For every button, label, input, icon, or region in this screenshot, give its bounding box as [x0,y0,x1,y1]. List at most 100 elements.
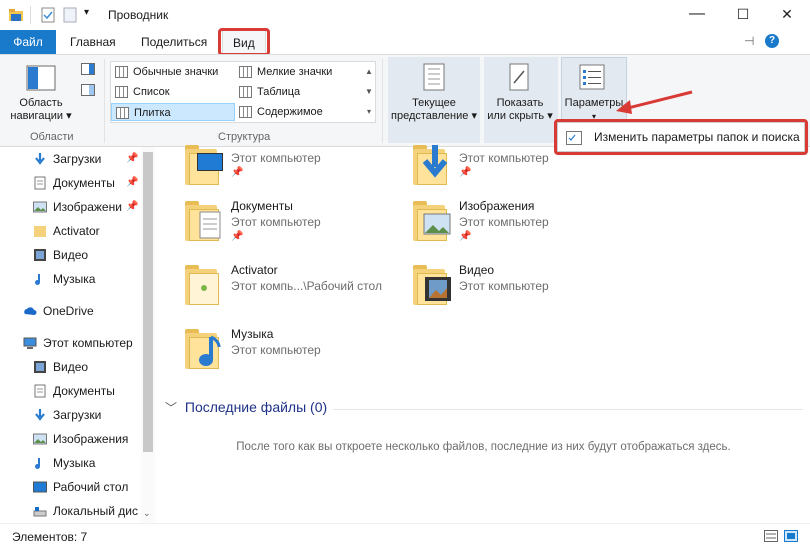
music-icon [35,458,40,469]
pin-ribbon-icon[interactable]: ⊣ [744,34,754,48]
navigation-pane-button[interactable]: Область навигации ▾ [6,97,76,123]
sidebar-item-label: Документы [53,176,115,190]
help-icon[interactable]: ? [765,34,779,48]
sidebar-item-label: OneDrive [43,304,94,318]
minimize-button[interactable]: — [674,0,720,30]
tile-location: Этот компьютер [459,151,549,165]
video-icon [34,361,46,373]
sidebar-scroll-thumb[interactable] [143,152,153,452]
view-tab-highlight [218,28,270,56]
show-hide-icon [509,63,529,91]
sidebar-item-label: Activator [53,224,100,238]
layout-content[interactable]: Содержимое [235,103,365,121]
recent-files-header[interactable]: ﹀ Последние файлы (0) [165,399,327,416]
tile-location: Этот компьютер [459,279,549,293]
documents-folder-tile[interactable] [185,199,223,243]
properties-icon[interactable] [40,7,56,23]
pictures-folder-tile[interactable] [413,199,451,243]
layout-tiles[interactable]: Плитка [111,103,235,121]
activator-badge-icon [201,285,207,291]
video-folder-tile[interactable] [413,263,451,307]
tile-location: Этот компьютер [231,343,321,357]
layout-item-label: Мелкие значки [257,66,333,78]
recent-files-empty-message: После того как вы откроете несколько фай… [236,441,731,453]
layout-gallery-scroll[interactable]: ▲ ▼ ▾ [363,62,375,122]
tile-location: Этот компьютер [459,215,549,229]
pictures-icon [33,201,47,213]
recent-files-title: Последние файлы (0) [184,399,328,415]
tile-location: Этот компьютер [231,215,321,229]
onedrive-cloud-icon [24,307,37,315]
title-separator [30,6,31,24]
current-view-label: Текущее представление ▾ [388,97,480,123]
documents-icon [34,176,46,190]
ribbon-tabs: Файл Главная Поделиться Вид ⊣ ? [0,30,810,55]
sidebar-item-label: Этот компьютер [43,336,133,350]
sidebar-item-label: Загрузки [53,408,102,422]
pictures-icon [423,213,451,235]
desktop-folder-tile[interactable] [185,143,223,187]
group-separator [382,59,383,143]
layout-large-icons[interactable]: Обычные значки [111,63,235,81]
large-icons-view-icon[interactable] [784,530,798,542]
tile-title: Видео [459,263,495,277]
annotation-arrow [616,90,693,114]
layout-list[interactable]: Список [111,83,235,101]
video-icon [425,277,451,301]
show-hide-label-2: или скрыть ▾ [487,110,553,122]
desktop-icon [197,153,223,171]
downloads-folder-tile[interactable] [413,143,451,187]
details-view-icon[interactable] [764,530,778,542]
layout-item-label: Содержимое [257,106,323,118]
layout-details[interactable]: Таблица [235,83,365,101]
pin-icon: 📌 [126,177,139,188]
pictures-icon [33,433,47,445]
collapse-chevron-icon: ﹀ [165,401,178,415]
download-arrow-icon [422,145,448,178]
sidebar-item-label: Документы [53,384,115,398]
small-icons-icon [239,66,252,78]
navigation-pane: Загрузки 📌 Документы 📌 Изображени 📌 Acti… [0,147,157,523]
tab-file[interactable]: Файл [0,30,56,54]
video-icon [34,249,46,261]
group-label-panes: Области [30,131,74,143]
activator-folder-tile[interactable] [185,263,223,307]
current-view-label-1: Текущее [412,97,456,109]
navigation-pane-icon[interactable] [26,65,56,91]
layout-item-label: Плитка [134,107,171,119]
preview-pane-icon[interactable] [81,63,95,75]
tile-title: Документы [231,199,293,213]
layout-item-label: Таблица [257,86,301,98]
download-arrow-icon [35,409,45,421]
list-icon [115,86,128,98]
customize-toolbar-dropdown[interactable]: ▾ [84,7,89,18]
tab-home[interactable]: Главная [60,30,126,54]
layout-item-label: Список [133,86,170,98]
title-bar: ▾ Проводник — ☐ ✕ [0,0,810,30]
tab-share[interactable]: Поделиться [131,30,217,54]
layout-small-icons[interactable]: Мелкие значки [235,63,365,81]
sidebar-item-label: Изображения [53,432,129,446]
sidebar-item-label: Видео [53,248,89,262]
music-folder-tile[interactable] [185,327,223,371]
folder-app-icon[interactable] [8,7,24,23]
maximize-button[interactable]: ☐ [720,0,766,30]
close-button[interactable]: ✕ [764,0,810,30]
group-separator [104,59,105,143]
sidebar-item-label: Музыка [53,272,96,286]
scroll-down-icon[interactable]: ⌄ [143,508,151,519]
sidebar-item-label: Музыка [53,456,96,470]
tile-title: Изображения [459,199,535,213]
large-icons-icon [115,66,128,78]
sidebar-item-label: Загрузки [53,152,102,166]
tile-location: Этот компьютер [231,151,321,165]
pin-icon: 📌 [459,231,472,242]
current-view-label-2: представление ▾ [391,110,477,122]
nav-pane-label-2: навигации ▾ [10,110,72,122]
section-divider [333,409,803,410]
status-bar: Элементов: 7 [0,523,810,548]
new-folder-icon[interactable] [62,7,78,23]
music-icon [35,274,40,285]
details-pane-icon[interactable] [81,84,95,96]
nav-pane-label-1: Область [19,97,63,109]
